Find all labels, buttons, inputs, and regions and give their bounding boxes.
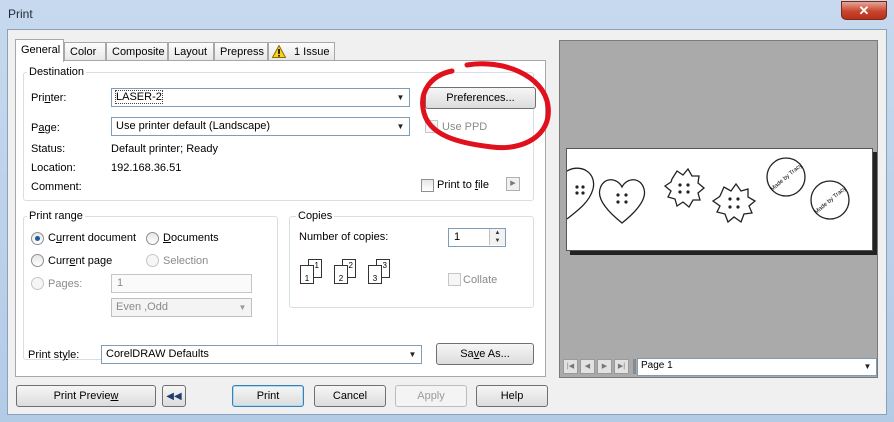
page-sheet: 3: [368, 265, 382, 284]
page-sheet: 2: [334, 265, 348, 284]
printer-select-value: LASER-2: [115, 90, 163, 104]
print-range-group-title: Print range: [27, 210, 85, 222]
chevron-down-icon: ▼: [863, 362, 872, 371]
collate-checkbox[interactable]: [448, 273, 461, 286]
preview-artwork: Made by Tracy Made by Tracy: [566, 157, 850, 224]
page-select[interactable]: Page 1 ▼: [637, 358, 877, 376]
next-page-icon[interactable]: ▶: [597, 359, 612, 374]
page-sheet: 1: [300, 265, 314, 284]
printer-select[interactable]: LASER-2 ▼: [111, 88, 410, 107]
number-of-copies-label: Number of copies:: [299, 231, 389, 243]
copies-group-title: Copies: [296, 210, 335, 222]
print-dialog-window: Print ✕ General Color Composite Layout P…: [0, 0, 894, 422]
tab-issues[interactable]: 1 Issue: [268, 42, 335, 61]
tab-label: Color: [70, 46, 97, 58]
chevron-down-icon: ▼: [408, 350, 417, 359]
double-chevron-left-icon: ◀◀: [166, 391, 182, 402]
page-select-value: Page 1: [641, 360, 673, 371]
tab-layout[interactable]: Layout: [168, 42, 214, 61]
window-title: Print: [8, 7, 33, 21]
last-page-icon[interactable]: ▶|: [614, 359, 629, 374]
print-preview-pane: Made by Tracy Made by Tracy |◀ ◀ ▶ ▶| Pa…: [559, 40, 878, 378]
help-button[interactable]: Help: [476, 385, 548, 407]
selection-radio[interactable]: [146, 254, 159, 267]
tab-label: Layout: [174, 46, 208, 58]
chevron-down-icon: ▼: [396, 93, 405, 102]
decrement-icon[interactable]: ▼: [489, 237, 505, 245]
even-odd-select[interactable]: Even ,Odd ▼: [111, 298, 252, 317]
location-value: 192.168.36.51: [111, 162, 182, 174]
tab-label: General: [21, 44, 61, 56]
current-page-label: Current page: [48, 255, 113, 267]
print-style-select[interactable]: CorelDRAW Defaults ▼: [101, 345, 422, 364]
preview-page: Made by Tracy Made by Tracy: [566, 148, 873, 251]
copies-stepper[interactable]: 1 ▲ ▼: [448, 228, 506, 247]
chevron-down-icon: ▼: [238, 303, 247, 312]
collate-label: Collate: [463, 274, 498, 286]
dialog-client-area: General Color Composite Layout Prepress …: [7, 29, 887, 415]
selection-label: Selection: [163, 255, 209, 267]
status-value: Default printer; Ready: [111, 143, 218, 155]
tab-composite[interactable]: Composite: [106, 42, 168, 61]
tab-color[interactable]: Color: [64, 42, 106, 61]
pages-radio[interactable]: [31, 277, 44, 290]
print-preview-button[interactable]: Print Preview: [16, 385, 156, 407]
button-stamp-text: Made by Tracy: [814, 186, 848, 216]
tab-general[interactable]: General: [15, 39, 64, 62]
copies-value: 1: [454, 231, 461, 243]
printer-label: Printer:: [31, 92, 67, 104]
comment-label: Comment:: [31, 181, 82, 193]
save-as-button[interactable]: Save As...: [436, 343, 534, 365]
print-style-label: Print style:: [28, 349, 80, 361]
current-document-radio[interactable]: [31, 232, 44, 245]
cancel-button[interactable]: Cancel: [314, 385, 386, 407]
current-document-label: Current document: [48, 232, 137, 244]
location-label: Location:: [31, 162, 76, 174]
page-label: Page:: [31, 122, 60, 134]
documents-radio[interactable]: [146, 232, 159, 245]
apply-button[interactable]: Apply: [395, 385, 467, 407]
tab-label: Composite: [112, 46, 165, 58]
print-button[interactable]: Print: [232, 385, 304, 407]
pages-input[interactable]: 1: [111, 274, 252, 293]
general-tab-panel: Destination Printer: LASER-2 ▼ Preferenc…: [15, 60, 551, 377]
title-bar[interactable]: Print ✕: [0, 0, 894, 28]
print-style-value: CorelDRAW Defaults: [106, 348, 209, 360]
destination-group-title: Destination: [27, 66, 87, 78]
page-select[interactable]: Use printer default (Landscape) ▼: [111, 117, 410, 136]
increment-icon[interactable]: ▲: [489, 229, 505, 237]
tab-label: Prepress: [220, 46, 265, 58]
uncollated-pages-icon: 1 1 2 2 3 3: [299, 259, 399, 287]
chevron-down-icon: ▼: [396, 122, 405, 131]
prev-page-icon[interactable]: ◀: [580, 359, 595, 374]
pages-label: Pages:: [48, 278, 83, 290]
red-circle-annotation: [420, 61, 551, 151]
file-options-arrow-icon[interactable]: ▶: [506, 177, 520, 191]
button-stamp-text: Made by Tracy: [770, 163, 804, 193]
tab-prepress[interactable]: Prepress: [214, 42, 268, 61]
collapse-preview-button[interactable]: ◀◀: [162, 385, 186, 407]
page-select-value: Use printer default (Landscape): [116, 120, 271, 132]
nav-separator: [633, 359, 636, 374]
warning-icon: [272, 45, 286, 58]
print-to-file-label: Print to file: [437, 179, 489, 191]
print-to-file-checkbox[interactable]: [421, 179, 434, 192]
first-page-icon[interactable]: |◀: [563, 359, 578, 374]
close-button[interactable]: ✕: [841, 1, 887, 20]
current-page-radio[interactable]: [31, 254, 44, 267]
even-odd-value: Even ,Odd: [116, 301, 168, 313]
status-label: Status:: [31, 143, 66, 155]
documents-label: Documents: [163, 232, 219, 244]
